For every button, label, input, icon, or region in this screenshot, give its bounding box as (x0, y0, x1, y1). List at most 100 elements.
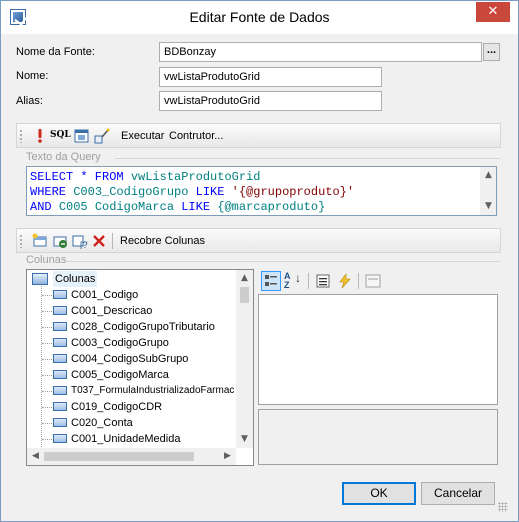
query-line-2-keyword: WHERE (30, 185, 74, 199)
scroll-right-icon[interactable]: ▶ (219, 448, 236, 465)
query-line-2-operator: LIKE (188, 185, 232, 199)
tree-vertical-scrollbar[interactable]: ▲ ▼ (236, 270, 253, 448)
tree-connector (42, 327, 52, 328)
name-label: Nome: (16, 70, 49, 82)
property-grid[interactable] (258, 294, 498, 405)
column-label: C028_CodigoGrupoTributario (71, 321, 215, 333)
property-description (258, 409, 498, 465)
alias-label: Alias: (16, 95, 43, 107)
columns-group-divider (64, 261, 500, 262)
tree-guide-line (41, 284, 42, 449)
parameter-column-icon[interactable]: [?] (72, 233, 90, 250)
query-scrollbar[interactable]: ▲ ▼ (480, 167, 496, 215)
query-line-3-value: {@marcaproduto} (217, 200, 326, 214)
window-title: Editar Fonte de Dados (189, 9, 330, 25)
wizard-icon[interactable] (94, 128, 110, 144)
column-label: C004_CodigoSubGrupo (71, 353, 189, 365)
tree-connector (42, 407, 52, 408)
scroll-down-icon[interactable]: ▼ (236, 431, 253, 448)
execute-button[interactable]: Executar (121, 130, 164, 142)
categorized-button[interactable] (261, 271, 281, 291)
lightning-icon[interactable] (337, 273, 353, 289)
ok-button[interactable]: OK (342, 482, 416, 505)
query-line-2-column: C003_CodigoGrupo (73, 185, 189, 199)
query-line-2: WHERE C003_CodigoGrupo LIKE '{@grupoprod… (30, 185, 354, 199)
columns-toolbar: [?] Recobre Colunas (16, 228, 501, 253)
add-column-icon[interactable] (32, 233, 48, 249)
property-toolbar: AZ ↓ (258, 270, 498, 292)
column-icon (53, 322, 67, 331)
query-line-3-operator: LIKE (174, 200, 218, 214)
scroll-thumb[interactable] (240, 287, 249, 303)
column-label: C001_UnidadeMedida (71, 433, 181, 445)
svg-text:[?]: [?] (80, 240, 88, 249)
sort-arrow-icon: ↓ (295, 271, 301, 285)
query-toolbar: SQL Executar Contrutor... (16, 123, 501, 148)
source-name-label: Nome da Fonte: (16, 46, 95, 58)
tree-connector (42, 343, 52, 344)
tree-horizontal-scrollbar[interactable]: ◀ ▶ (27, 448, 236, 465)
query-editor-icon[interactable] (74, 128, 90, 144)
column-icon (53, 418, 67, 427)
tree-connector (42, 391, 52, 392)
refresh-columns-button[interactable]: Recobre Colunas (120, 235, 205, 247)
toolbar-separator (308, 273, 309, 289)
tree-connector (42, 375, 52, 376)
property-pages-icon[interactable] (365, 273, 381, 289)
datasource-icon (32, 273, 48, 285)
tree-connector (42, 295, 52, 296)
query-line-3-keyword: AND (30, 200, 59, 214)
title-bar[interactable]: Editar Fonte de Dados ✕ (1, 1, 518, 34)
alphabetical-button[interactable]: AZ ↓ (284, 272, 304, 290)
builder-button[interactable]: Contrutor... (169, 130, 223, 142)
scroll-left-icon[interactable]: ◀ (27, 448, 44, 465)
scroll-up-icon[interactable]: ▲ (236, 270, 253, 287)
delete-icon[interactable] (91, 233, 107, 249)
source-name-field[interactable]: BDBonzay (159, 42, 482, 62)
close-button[interactable]: ✕ (476, 2, 510, 22)
browse-source-button[interactable]: ... (483, 43, 500, 61)
query-line-1-keyword: SELECT * FROM (30, 170, 131, 184)
column-icon (53, 354, 67, 363)
column-icon (53, 386, 67, 395)
exclamation-icon[interactable] (32, 128, 48, 144)
tree-connector (42, 439, 52, 440)
column-icon (53, 306, 67, 315)
properties-icon[interactable] (315, 273, 331, 289)
toolbar-grip[interactable] (20, 129, 22, 143)
cancel-button[interactable]: Cancelar (421, 482, 495, 505)
toolbar-separator (358, 273, 359, 289)
name-field[interactable]: vwListaProdutoGrid (159, 67, 382, 87)
column-icon (53, 370, 67, 379)
column-icon (53, 434, 67, 443)
column-icon (53, 338, 67, 347)
query-line-1: SELECT * FROM vwListaProdutoGrid (30, 170, 260, 184)
dialog-body: Nome da Fonte: BDBonzay ... Nome: vwList… (9, 34, 510, 514)
query-line-1-table: vwListaProdutoGrid (130, 170, 261, 184)
query-group-divider (115, 158, 500, 159)
calculated-column-icon[interactable] (52, 233, 68, 249)
scroll-down-icon[interactable]: ▼ (480, 198, 496, 215)
categorized-icon (265, 275, 277, 286)
toolbar-grip[interactable] (20, 234, 22, 248)
column-label: C003_CodigoGrupo (71, 337, 169, 349)
tree-root-label: Colunas (53, 271, 98, 287)
sql-button[interactable]: SQL (50, 130, 71, 140)
column-label: C005_CodigoMarca (71, 369, 169, 381)
column-icon (53, 402, 67, 411)
alias-field[interactable]: vwListaProdutoGrid (159, 91, 382, 111)
column-label: C020_Conta (71, 417, 133, 429)
resize-grip[interactable] (498, 502, 508, 512)
scroll-up-icon[interactable]: ▲ (480, 167, 496, 184)
dialog-window: Editar Fonte de Dados ✕ Nome da Fonte: B… (0, 0, 519, 522)
query-line-3-column: C005 CodigoMarca (58, 200, 175, 214)
query-line-3: AND C005 CodigoMarca LIKE {@marcaproduto… (30, 200, 325, 214)
toolbar-separator (112, 233, 113, 249)
columns-tree[interactable]: Colunas C001_Codigo C001_Descricao C028_… (26, 269, 254, 466)
scroll-thumb[interactable] (44, 452, 194, 461)
column-label: C019_CodigoCDR (71, 401, 163, 413)
column-icon (53, 290, 67, 299)
column-label: C001_Descricao (71, 305, 153, 317)
query-editor[interactable]: SELECT * FROM vwListaProdutoGrid WHERE C… (26, 166, 497, 216)
alphabetical-label: AZ (284, 271, 291, 290)
